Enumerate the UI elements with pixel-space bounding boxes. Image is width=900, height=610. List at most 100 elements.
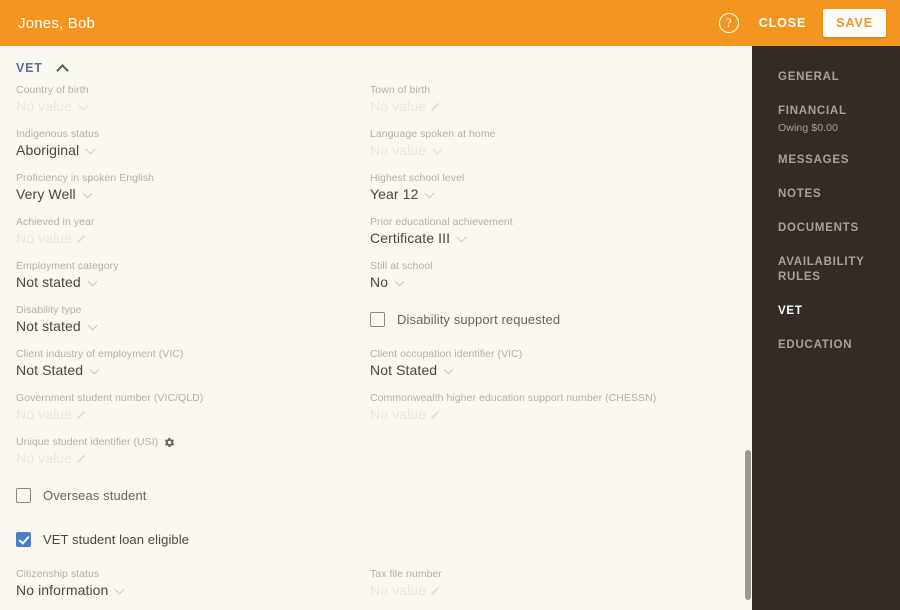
close-button[interactable]: CLOSE bbox=[759, 16, 807, 30]
chevron-down-icon[interactable] bbox=[457, 233, 468, 244]
field-label: Commonwealth higher education support nu… bbox=[370, 391, 710, 405]
field-value[interactable]: Very Well bbox=[16, 185, 356, 204]
chevron-down-icon[interactable] bbox=[90, 365, 101, 376]
field-value[interactable]: No value bbox=[370, 405, 710, 424]
field-value-text: No value bbox=[370, 582, 427, 598]
chevron-down-icon[interactable] bbox=[79, 101, 90, 112]
chevron-down-icon[interactable] bbox=[88, 277, 99, 288]
modal-header: Jones, Bob ? CLOSE SAVE bbox=[0, 0, 900, 46]
field-value[interactable]: Aboriginal bbox=[16, 141, 356, 160]
checkbox-label: Disability support requested bbox=[397, 312, 561, 327]
checkbox-unchecked-icon[interactable] bbox=[16, 488, 31, 503]
field-value-text: Not Stated bbox=[16, 362, 84, 378]
form-field: Citizenship status No information bbox=[16, 567, 356, 600]
field-value[interactable]: No value bbox=[16, 229, 356, 248]
checkbox-row[interactable]: Overseas student bbox=[16, 479, 356, 512]
field-value[interactable]: Certificate III bbox=[370, 229, 710, 248]
save-button[interactable]: SAVE bbox=[823, 9, 886, 37]
form-field: Indigenous status Aboriginal bbox=[16, 127, 356, 160]
field-label: Proficiency in spoken English bbox=[16, 171, 356, 185]
field-value-text: No value bbox=[16, 406, 73, 422]
chevron-down-icon[interactable] bbox=[433, 145, 444, 156]
field-label-text: Unique student identifier (USI) bbox=[16, 436, 159, 448]
field-label: Client occupation identifier (VIC) bbox=[370, 347, 710, 361]
pencil-icon[interactable] bbox=[429, 585, 440, 596]
chevron-down-icon[interactable] bbox=[83, 189, 94, 200]
field-label-text: Proficiency in spoken English bbox=[16, 172, 155, 184]
field-label-text: Tax file number bbox=[370, 568, 442, 580]
chevron-down-icon[interactable] bbox=[395, 277, 406, 288]
field-value[interactable]: Not stated bbox=[16, 273, 356, 292]
chevron-down-icon[interactable] bbox=[444, 365, 455, 376]
field-value[interactable]: No value bbox=[370, 141, 710, 160]
field-value-text: No value bbox=[370, 98, 427, 114]
sidebar-item-education[interactable]: EDUCATION bbox=[778, 338, 900, 353]
field-label-text: Commonwealth higher education support nu… bbox=[370, 392, 657, 404]
chevron-down-icon[interactable] bbox=[88, 321, 99, 332]
pencil-icon[interactable] bbox=[429, 101, 440, 112]
checkbox-checked-icon[interactable] bbox=[16, 532, 31, 547]
form-field: Language spoken at home No value bbox=[370, 127, 710, 160]
field-value[interactable]: Year 12 bbox=[370, 185, 710, 204]
help-circle-icon[interactable]: ? bbox=[718, 13, 739, 33]
sidebar-item-vet[interactable]: VET bbox=[778, 304, 900, 319]
field-value-text: No value bbox=[370, 406, 427, 422]
chevron-down-icon[interactable] bbox=[115, 585, 126, 596]
field-value-text: No value bbox=[16, 450, 73, 466]
scrollbar-thumb[interactable] bbox=[745, 450, 751, 600]
field-value[interactable]: No value bbox=[16, 97, 356, 116]
field-value[interactable]: No information bbox=[16, 581, 356, 600]
chevron-up-icon[interactable] bbox=[58, 63, 68, 73]
sidebar-item-documents[interactable]: DOCUMENTS bbox=[778, 221, 900, 236]
field-label-text: Client industry of employment (VIC) bbox=[16, 348, 184, 360]
field-label: Citizenship status bbox=[16, 567, 356, 581]
field-label-text: Prior educational achievement bbox=[370, 216, 513, 228]
field-label: Employment category bbox=[16, 259, 356, 273]
vet-section-header[interactable]: VET bbox=[0, 46, 752, 83]
field-value[interactable]: No value bbox=[16, 405, 356, 424]
sidebar-item-general[interactable]: GENERAL bbox=[778, 70, 900, 85]
pencil-icon[interactable] bbox=[75, 453, 86, 464]
field-value-text: No bbox=[370, 274, 389, 290]
field-value[interactable]: No bbox=[370, 273, 710, 292]
checkbox-row[interactable]: VET student loan eligible bbox=[16, 523, 356, 556]
content-scrollbar[interactable] bbox=[744, 46, 752, 610]
form-field: Country of birth No value bbox=[16, 83, 356, 116]
field-value[interactable]: Not Stated bbox=[16, 361, 356, 380]
sidebar-item-messages[interactable]: MESSAGES bbox=[778, 153, 900, 168]
field-label-text: Government student number (VIC/QLD) bbox=[16, 392, 204, 404]
field-label-text: Citizenship status bbox=[16, 568, 100, 580]
chevron-down-icon[interactable] bbox=[86, 145, 97, 156]
field-value[interactable]: No value bbox=[16, 449, 356, 468]
client-record-modal: Jones, Bob ? CLOSE SAVE VET Country of b… bbox=[0, 0, 900, 610]
form-field: Client industry of employment (VIC) Not S… bbox=[16, 347, 356, 380]
gear-icon[interactable] bbox=[164, 437, 175, 448]
pencil-icon[interactable] bbox=[75, 409, 86, 420]
sidebar-item-label: VET bbox=[778, 305, 803, 317]
sidebar-item-availability-rules[interactable]: AVAILABILITY RULES bbox=[778, 255, 900, 285]
form-field: Commonwealth higher education support nu… bbox=[370, 391, 710, 424]
field-value[interactable]: No value bbox=[370, 581, 710, 600]
field-label: Achieved in year bbox=[16, 215, 356, 229]
field-value-text: No value bbox=[16, 230, 73, 246]
form-field: Disability type Not stated bbox=[16, 303, 356, 336]
sidebar-item-financial[interactable]: FINANCIAL Owing $0.00 bbox=[778, 104, 900, 134]
field-value[interactable]: Not stated bbox=[16, 317, 356, 336]
pencil-icon[interactable] bbox=[75, 233, 86, 244]
field-value[interactable]: Not Stated bbox=[370, 361, 710, 380]
form-spacer bbox=[370, 435, 710, 468]
checkbox-row[interactable]: Disability support requested bbox=[370, 303, 710, 336]
sidebar-item-notes[interactable]: NOTES bbox=[778, 187, 900, 202]
field-label: Client industry of employment (VIC) bbox=[16, 347, 356, 361]
field-value-text: No value bbox=[370, 142, 427, 158]
field-value[interactable]: No value bbox=[370, 97, 710, 116]
chevron-down-icon[interactable] bbox=[425, 189, 436, 200]
form-field: Employment category Not stated bbox=[16, 259, 356, 292]
checkbox-unchecked-icon[interactable] bbox=[370, 312, 385, 327]
field-label-text: Town of birth bbox=[370, 84, 431, 96]
pencil-icon[interactable] bbox=[429, 409, 440, 420]
field-value-text: Not Stated bbox=[370, 362, 438, 378]
checkbox-label: Overseas student bbox=[43, 488, 147, 503]
field-value-text: No value bbox=[16, 98, 73, 114]
form-field: Highest school level Year 12 bbox=[370, 171, 710, 204]
